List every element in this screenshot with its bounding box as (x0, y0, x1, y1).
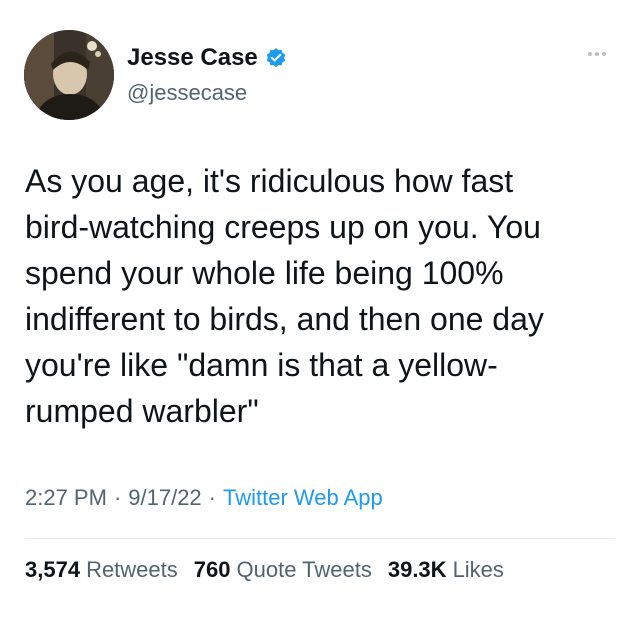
handle[interactable]: @jessecase (127, 80, 247, 106)
meta-separator: · (208, 485, 216, 510)
author-name-row: Jesse Case (127, 44, 287, 72)
likes-stat[interactable]: 39.3K Likes (388, 556, 504, 584)
retweets-count: 3,574 (25, 557, 81, 582)
tweet-meta: 2:27 PM · 9/17/22 · Twitter Web App (25, 484, 383, 512)
quote-tweets-stat[interactable]: 760 Quote Tweets (194, 556, 372, 584)
dot (602, 52, 606, 56)
dot (588, 52, 592, 56)
likes-label: Likes (452, 557, 504, 582)
retweets-label: Retweets (86, 557, 178, 582)
more-options-icon[interactable] (588, 52, 606, 56)
tweet-card: Jesse Case @jessecase As you age, it's r… (0, 0, 640, 619)
likes-count: 39.3K (387, 557, 447, 582)
quote-tweets-label: Quote Tweets (236, 557, 372, 582)
meta-separator: · (113, 485, 122, 510)
tweet-time[interactable]: 2:27 PM (25, 484, 107, 512)
tweet-date[interactable]: 9/17/22 (128, 484, 201, 512)
tweet-source-link[interactable]: Twitter Web App (223, 484, 383, 512)
quote-tweets-count: 760 (193, 557, 231, 582)
divider (25, 538, 615, 539)
verified-badge-icon (265, 47, 287, 69)
tweet-stats: 3,574 Retweets 760 Quote Tweets 39.3K Likes (25, 556, 504, 584)
avatar[interactable] (24, 30, 114, 120)
retweets-stat[interactable]: 3,574 Retweets (25, 556, 178, 584)
display-name[interactable]: Jesse Case (127, 44, 258, 72)
dot (595, 52, 599, 56)
tweet-text: As you age, it's ridiculous how fast bir… (25, 163, 544, 429)
